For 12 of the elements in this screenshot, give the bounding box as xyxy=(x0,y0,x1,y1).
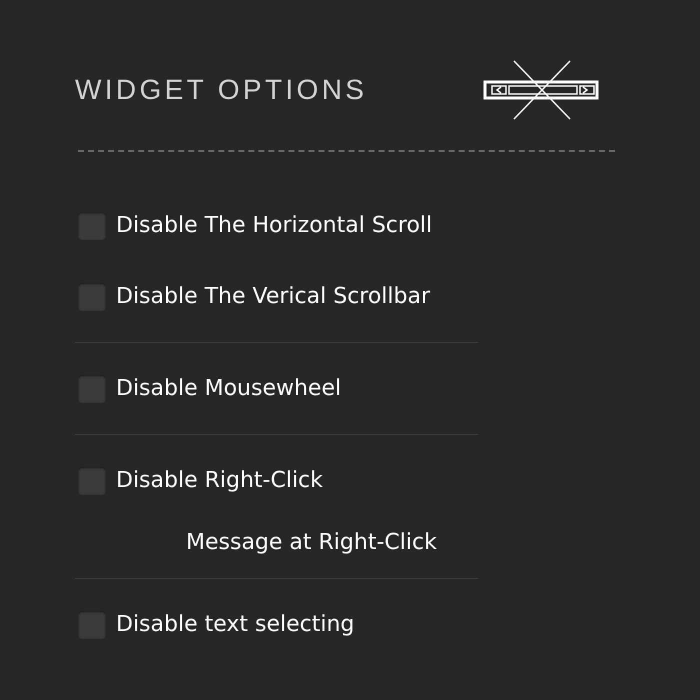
option-label: Disable Mousewheel xyxy=(116,375,342,403)
option-label: Disable text selecting xyxy=(116,611,354,639)
option-label: Disable The Verical Scrollbar xyxy=(116,283,430,311)
section-title: WIDGET OPTIONS xyxy=(75,73,368,107)
checkbox[interactable] xyxy=(78,610,106,638)
checkbox[interactable] xyxy=(78,212,106,240)
option-label: Disable The Horizontal Scroll xyxy=(116,212,432,240)
checkbox[interactable] xyxy=(78,374,106,402)
checkbox[interactable] xyxy=(78,466,106,494)
option-label: Disable Right-Click xyxy=(116,467,323,495)
checkbox[interactable] xyxy=(78,282,106,310)
field-label: Message at Right-Click xyxy=(186,528,437,556)
